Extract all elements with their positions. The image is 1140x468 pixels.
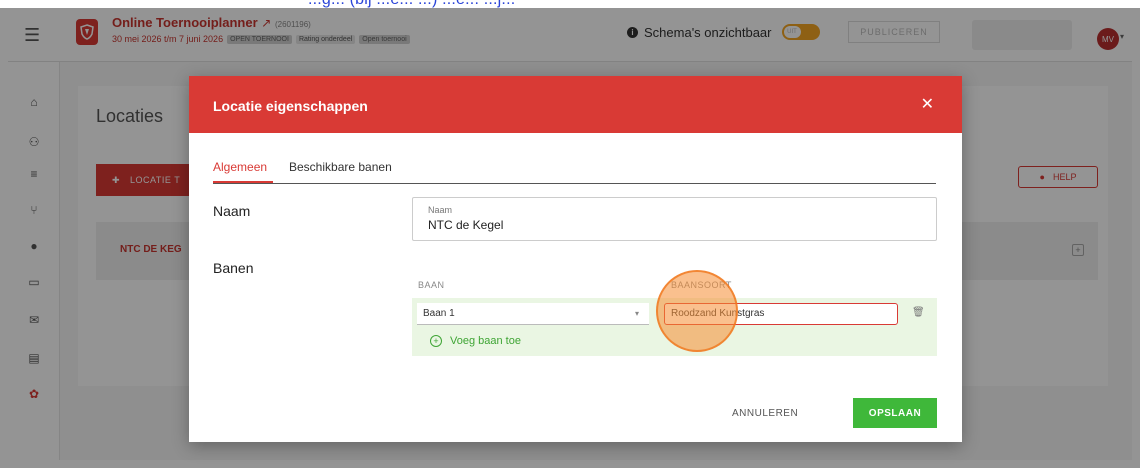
courts-list: Baan 1 ▾ Roodzand Kunstgras 🗑 + Voeg baa… xyxy=(412,298,937,356)
name-field-value: NTC de Kegel xyxy=(428,218,504,232)
add-court-label: Voeg baan toe xyxy=(450,335,521,347)
active-tab-indicator xyxy=(213,181,273,183)
dialog-title: Locatie eigenschappen xyxy=(213,98,368,114)
chevron-down-icon: ▾ xyxy=(634,309,639,318)
caption-strip: ...g... (bij ...e... ...) ...e... ...j..… xyxy=(0,0,1140,8)
dialog-tabs: Algemeen Beschikbare banen xyxy=(213,160,936,184)
surface-input-value: Roodzand Kunstgras xyxy=(671,308,765,319)
delete-icon[interactable]: 🗑 xyxy=(912,307,925,318)
add-court-button[interactable]: + Voeg baan toe xyxy=(430,335,521,347)
close-icon[interactable]: ✕ xyxy=(921,94,934,114)
tab-available-courts[interactable]: Beschikbare banen xyxy=(289,160,392,174)
name-field[interactable]: Naam NTC de Kegel xyxy=(412,197,937,241)
court-column-header: BAAN xyxy=(418,280,445,290)
surface-input[interactable]: Roodzand Kunstgras xyxy=(664,303,898,325)
location-properties-dialog: Locatie eigenschappen ✕ Algemeen Beschik… xyxy=(189,76,962,442)
save-button[interactable]: OPSLAAN xyxy=(853,398,937,428)
cancel-button[interactable]: ANNULEREN xyxy=(732,408,798,419)
plus-circle-icon: + xyxy=(430,335,442,347)
court-select[interactable]: Baan 1 ▾ xyxy=(417,303,649,325)
name-field-label: Naam xyxy=(428,205,453,215)
caption-text: ...g... (bij ...e... ...) ...e... ...j..… xyxy=(308,0,515,8)
courts-section-label: Banen xyxy=(213,260,254,276)
name-section-label: Naam xyxy=(213,203,251,219)
surface-column-header: BAANSOORT xyxy=(671,280,732,290)
tab-general[interactable]: Algemeen xyxy=(213,160,267,174)
court-select-value: Baan 1 xyxy=(423,308,455,319)
dialog-header: Locatie eigenschappen ✕ xyxy=(189,76,962,133)
